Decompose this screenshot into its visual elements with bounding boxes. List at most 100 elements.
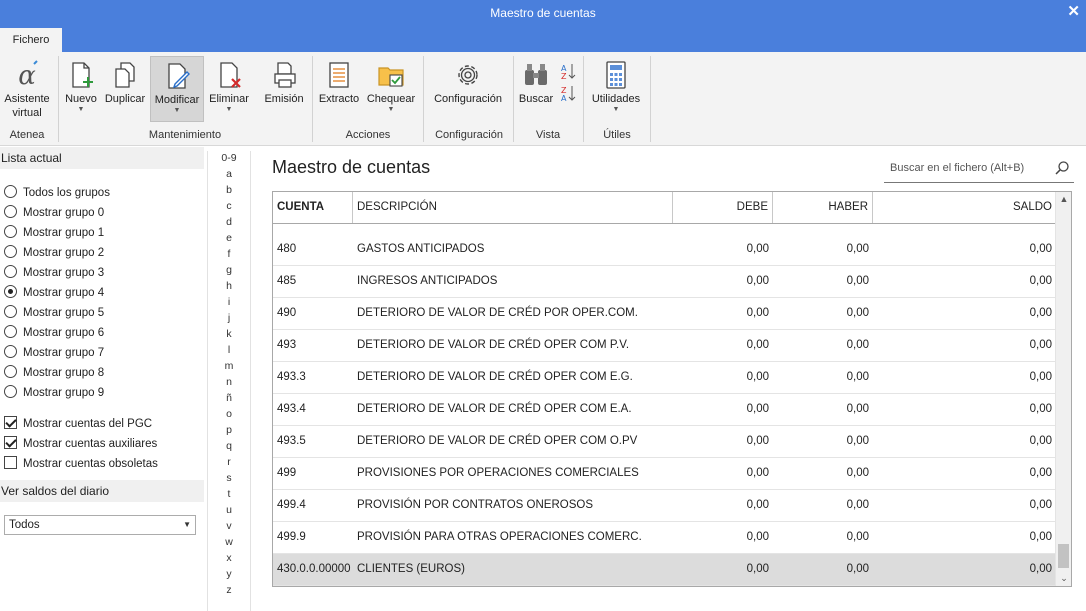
alphabet-letter[interactable]: b	[208, 184, 250, 196]
alphabet-letter[interactable]: r	[208, 456, 250, 468]
alphabet-letter[interactable]: k	[208, 328, 250, 340]
table-row[interactable]: 493.3 DETERIORO DE VALOR DE CRÉD OPER COM…	[273, 362, 1055, 394]
chequear-button[interactable]: Chequear ▼	[364, 56, 418, 122]
saldos-header: Ver saldos del diario	[0, 480, 204, 502]
asistente-virtual-button[interactable]: α Asistente virtual	[2, 56, 52, 122]
tab-fichero[interactable]: Fichero	[0, 28, 62, 52]
radio-icon[interactable]	[4, 245, 17, 258]
cell-saldo: 0,00	[1029, 563, 1052, 575]
alphabet-letter[interactable]: i	[208, 296, 250, 308]
radio-icon[interactable]	[4, 205, 17, 218]
radio-icon[interactable]	[4, 365, 17, 378]
alphabet-letter[interactable]: g	[208, 264, 250, 276]
alphabet-letter[interactable]: j	[208, 312, 250, 324]
eliminar-button[interactable]: Eliminar ▼	[206, 56, 252, 122]
column-header-haber[interactable]: HABER	[773, 192, 873, 223]
alphabet-letter[interactable]: s	[208, 472, 250, 484]
check-item-2[interactable]: Mostrar cuentas obsoletas	[4, 456, 158, 472]
group-radio-9[interactable]: Mostrar grupo 8	[4, 365, 104, 381]
alphabet-letter[interactable]: e	[208, 232, 250, 244]
search-icon[interactable]	[1054, 160, 1070, 176]
group-radio-4[interactable]: Mostrar grupo 3	[4, 265, 104, 281]
alphabet-letter[interactable]: x	[208, 552, 250, 564]
table-row[interactable]: 480 GASTOS ANTICIPADOS 0,00 0,00 0,00	[273, 234, 1055, 266]
alphabet-letter[interactable]: n	[208, 376, 250, 388]
alphabet-letter[interactable]: ñ	[208, 392, 250, 404]
radio-label: Mostrar grupo 4	[23, 287, 105, 299]
column-header-saldo[interactable]: SALDO	[873, 192, 1056, 223]
group-radio-1[interactable]: Mostrar grupo 0	[4, 205, 104, 221]
table-row[interactable]: 493.5 DETERIORO DE VALOR DE CRÉD OPER COM…	[273, 426, 1055, 458]
scroll-down-icon[interactable]: ⌄	[1056, 573, 1071, 584]
configuracion-button[interactable]: Configuración	[428, 56, 508, 122]
sort-az-button[interactable]: A Z Z A	[557, 56, 579, 122]
alphabet-letter[interactable]: y	[208, 568, 250, 580]
radio-icon[interactable]	[4, 385, 17, 398]
group-radio-0[interactable]: Todos los grupos	[4, 185, 110, 201]
alphabet-letter[interactable]: p	[208, 424, 250, 436]
alphabet-letter[interactable]: u	[208, 504, 250, 516]
alphabet-letter[interactable]: a	[208, 168, 250, 180]
group-radio-6[interactable]: Mostrar grupo 5	[4, 305, 104, 321]
alphabet-letter[interactable]: o	[208, 408, 250, 420]
group-radio-3[interactable]: Mostrar grupo 2	[4, 245, 104, 261]
alphabet-letter[interactable]: t	[208, 488, 250, 500]
cell-descripcion: CLIENTES (EUROS)	[357, 563, 465, 575]
checkbox[interactable]	[4, 456, 17, 469]
buscar-button[interactable]: Buscar	[517, 56, 555, 122]
alphabet-letter[interactable]: d	[208, 216, 250, 228]
table-row[interactable]: 499.4 PROVISIÓN POR CONTRATOS ONEROSOS 0,0…	[273, 490, 1055, 522]
alphabet-letter[interactable]: v	[208, 520, 250, 532]
nuevo-button[interactable]: Nuevo ▼	[62, 56, 100, 122]
scrollbar-thumb[interactable]	[1058, 544, 1069, 568]
search-input[interactable]: Buscar en el fichero (Alt+B)	[884, 157, 1074, 183]
extracto-label: Extracto	[318, 93, 360, 105]
group-radio-10[interactable]: Mostrar grupo 9	[4, 385, 104, 401]
checkbox[interactable]	[4, 436, 17, 449]
radio-icon[interactable]	[4, 345, 17, 358]
check-item-0[interactable]: Mostrar cuentas del PGC	[4, 416, 152, 432]
radio-icon[interactable]	[4, 305, 17, 318]
alphabet-letter[interactable]: 0-9	[208, 152, 250, 164]
close-icon[interactable]: ✕	[1067, 2, 1080, 20]
check-item-1[interactable]: Mostrar cuentas auxiliares	[4, 436, 157, 452]
saldos-dropdown[interactable]: Todos ▼	[4, 515, 196, 535]
table-row[interactable]: 490 DETERIORO DE VALOR DE CRÉD POR OPER.C…	[273, 298, 1055, 330]
vertical-scrollbar[interactable]: ▲ ⌄	[1055, 192, 1071, 586]
column-header-descripcion[interactable]: DESCRIPCIÓN	[353, 192, 673, 223]
alphabet-letter[interactable]: l	[208, 344, 250, 356]
radio-icon[interactable]	[4, 185, 17, 198]
duplicar-button[interactable]: Duplicar	[102, 56, 148, 122]
radio-icon[interactable]	[4, 265, 17, 278]
column-header-cuenta[interactable]: CUENTA	[273, 192, 353, 223]
column-header-debe[interactable]: DEBE	[673, 192, 773, 223]
table-row[interactable]: 493 DETERIORO DE VALOR DE CRÉD OPER COM P…	[273, 330, 1055, 362]
alphabet-letter[interactable]: q	[208, 440, 250, 452]
table-row[interactable]: 499.9 PROVISIÓN PARA OTRAS OPERACIONES CO…	[273, 522, 1055, 554]
utilidades-button[interactable]: Utilidades ▼	[588, 56, 644, 122]
table-row[interactable]: 430.0.0.00000 CLIENTES (EUROS) 0,00 0,00 0,0…	[273, 554, 1055, 586]
radio-icon[interactable]	[4, 285, 17, 298]
group-radio-2[interactable]: Mostrar grupo 1	[4, 225, 104, 241]
group-radio-8[interactable]: Mostrar grupo 7	[4, 345, 104, 361]
alphabet-letter[interactable]: w	[208, 536, 250, 548]
table-row[interactable]: 485 INGRESOS ANTICIPADOS 0,00 0,00 0,00	[273, 266, 1055, 298]
table-row[interactable]: 499 PROVISIONES POR OPERACIONES COMERCIAL…	[273, 458, 1055, 490]
eliminar-label: Eliminar	[209, 93, 249, 105]
print-icon	[274, 62, 296, 88]
alphabet-letter[interactable]: f	[208, 248, 250, 260]
radio-icon[interactable]	[4, 225, 17, 238]
extracto-button[interactable]: Extracto	[316, 56, 362, 122]
modificar-button[interactable]: Modificar ▼	[150, 56, 204, 122]
checkbox[interactable]	[4, 416, 17, 429]
table-row[interactable]: 493.4 DETERIORO DE VALOR DE CRÉD OPER COM…	[273, 394, 1055, 426]
group-radio-5[interactable]: Mostrar grupo 4	[4, 285, 104, 301]
alphabet-letter[interactable]: h	[208, 280, 250, 292]
emision-button[interactable]: Emisión	[260, 56, 308, 122]
scroll-up-icon[interactable]: ▲	[1056, 194, 1071, 204]
group-radio-7[interactable]: Mostrar grupo 6	[4, 325, 104, 341]
radio-icon[interactable]	[4, 325, 17, 338]
alphabet-letter[interactable]: m	[208, 360, 250, 372]
alphabet-letter[interactable]: c	[208, 200, 250, 212]
alphabet-letter[interactable]: z	[208, 584, 250, 596]
